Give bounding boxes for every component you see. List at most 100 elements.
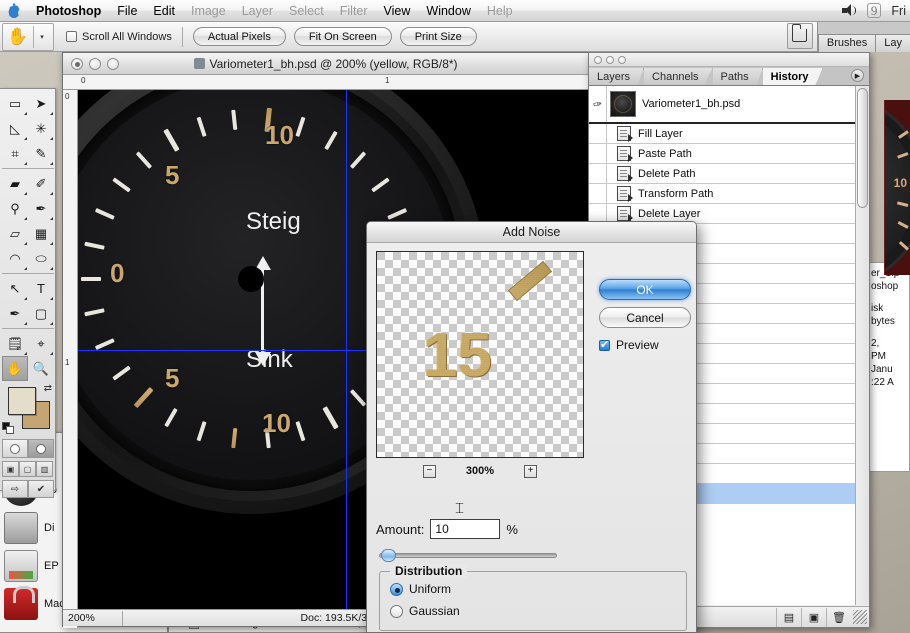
zoom-in-button[interactable]: + — [524, 465, 537, 478]
slider-knob[interactable] — [381, 549, 396, 562]
scroll-all-windows-checkbox[interactable] — [66, 31, 77, 42]
history-brush-toggle[interactable] — [589, 124, 607, 143]
current-tool-preset-picker[interactable]: ✋ ▾ — [2, 23, 54, 51]
standard-screen-mode-button[interactable]: ▣ — [2, 461, 19, 477]
brush-tool[interactable]: ✐ — [28, 171, 54, 196]
distribution-uniform-row[interactable]: Uniform — [390, 582, 451, 596]
clone-stamp-tool[interactable]: ⚲ — [2, 196, 28, 221]
fit-on-screen-button[interactable]: Fit On Screen — [294, 27, 392, 46]
swap-colors-icon[interactable]: ⇄ — [44, 383, 52, 394]
palette-tab-brushes[interactable]: Brushes — [818, 34, 876, 52]
zoom-out-button[interactable]: − — [423, 465, 436, 478]
menu-item-edit[interactable]: Edit — [145, 0, 183, 22]
zoom-tool[interactable]: 🔍 — [28, 356, 54, 381]
eraser-tool[interactable]: ▱ — [2, 221, 28, 246]
full-screen-menubar-mode-button[interactable]: ▢ — [19, 461, 36, 477]
menu-item-image[interactable]: Image — [183, 0, 234, 22]
edit-in-imageready-icon[interactable]: ✔ — [28, 480, 54, 498]
rounded-rectangle-tool[interactable]: ▢ — [28, 301, 54, 326]
jump-to-imageready-icon[interactable]: ⇨ — [2, 480, 28, 498]
slice-tool[interactable]: ✎ — [28, 141, 54, 166]
background-gauge-preview-window[interactable]: 10 — [884, 100, 910, 275]
menu-clock[interactable]: Fri — [891, 4, 906, 18]
cancel-button[interactable]: Cancel — [599, 307, 691, 328]
history-brush-toggle[interactable] — [589, 184, 607, 203]
history-brush-toggle[interactable] — [589, 164, 607, 183]
table-row[interactable]: Delete Path — [589, 164, 855, 184]
palette-menu-icon[interactable]: ▶ — [851, 69, 864, 82]
healing-brush-tool[interactable]: ▰ — [2, 171, 28, 196]
menu-item-view[interactable]: View — [376, 0, 419, 22]
uniform-radio[interactable] — [390, 583, 403, 596]
tab-channels[interactable]: Channels — [644, 68, 712, 85]
foreground-color-swatch[interactable] — [8, 387, 36, 415]
distribution-gaussian-row[interactable]: Gaussian — [390, 604, 460, 618]
dialog-title-bar[interactable]: Add Noise — [367, 222, 696, 243]
document-title-bar[interactable]: Variometer1_bh.psd @ 200% (yellow, RGB/8… — [63, 53, 589, 75]
menu-item-file[interactable]: File — [109, 0, 145, 22]
close-button[interactable] — [594, 56, 602, 64]
menu-item-select[interactable]: Select — [281, 0, 332, 22]
notes-tool[interactable]: 🗒 — [2, 331, 28, 356]
history-snapshot-row[interactable]: ✑ Variometer1_bh.psd — [589, 86, 855, 124]
hand-tool[interactable]: ✋ — [2, 356, 28, 381]
background-info-window[interactable]: er_1.p oshop isk bytes 2, PM Janu :22 A — [868, 262, 910, 472]
menu-item-photoshop[interactable]: Photoshop — [28, 0, 109, 22]
speaker-volume-icon[interactable] — [842, 4, 857, 17]
quick-mask-mode-button[interactable] — [28, 439, 54, 458]
blur-tool[interactable]: ◠ — [2, 246, 28, 271]
delete-state-trash-icon[interactable]: 🗑 — [826, 608, 851, 627]
table-row[interactable]: Transform Path — [589, 184, 855, 204]
rectangular-marquee-tool[interactable]: ▭ — [2, 91, 28, 116]
full-screen-mode-button[interactable]: ▥ — [36, 461, 53, 477]
preview-checkbox[interactable] — [599, 340, 610, 351]
gaussian-radio[interactable] — [390, 605, 403, 618]
palette-tab-layer-comps[interactable]: Lay — [875, 34, 910, 52]
actual-pixels-button[interactable]: Actual Pixels — [193, 27, 286, 46]
tab-history[interactable]: History — [763, 68, 823, 85]
file-browser-icon[interactable] — [787, 23, 813, 49]
table-row[interactable]: Paste Path — [589, 144, 855, 164]
history-scrollbar[interactable] — [855, 86, 869, 605]
history-brush-toggle[interactable] — [589, 144, 607, 163]
gradient-tool[interactable]: ▦ — [28, 221, 54, 246]
type-tool[interactable]: T — [28, 276, 54, 301]
print-size-button[interactable]: Print Size — [400, 27, 477, 46]
palette-title-bar[interactable] — [589, 53, 869, 67]
pen-tool[interactable]: ✒ — [2, 301, 28, 326]
history-brush-tool[interactable]: ✒ — [28, 196, 54, 221]
history-brush-source-icon[interactable]: ✑ — [589, 86, 607, 122]
crop-tool[interactable]: ⌗ — [2, 141, 28, 166]
magic-wand-tool[interactable]: ✳ — [28, 116, 54, 141]
new-document-from-state-icon[interactable]: ▤ — [776, 608, 801, 627]
move-tool[interactable]: ➤ — [28, 91, 54, 116]
lasso-tool[interactable]: ◺ — [2, 116, 28, 141]
script-menu-icon[interactable]: 9 — [867, 3, 882, 18]
zoom-percentage-field[interactable]: 200% — [63, 611, 123, 626]
scroll-all-windows-option[interactable]: Scroll All Windows — [66, 31, 172, 43]
apple-menu[interactable] — [0, 3, 28, 18]
menu-item-filter[interactable]: Filter — [332, 0, 376, 22]
dodge-tool[interactable]: ⬭ — [28, 246, 54, 271]
preview-checkbox-row[interactable]: Preview — [599, 338, 659, 352]
table-row[interactable]: Fill Layer — [589, 124, 855, 144]
menu-item-window[interactable]: Window — [418, 0, 478, 22]
default-colors-icon[interactable] — [2, 422, 15, 435]
amount-slider[interactable] — [379, 549, 557, 561]
tab-layers[interactable]: Layers — [589, 68, 644, 85]
standard-mode-button[interactable] — [2, 439, 28, 458]
eyedropper-tool[interactable]: ⌖ — [28, 331, 54, 356]
menu-item-layer[interactable]: Layer — [234, 0, 281, 22]
menu-item-help[interactable]: Help — [479, 0, 521, 22]
minimize-button[interactable] — [606, 56, 614, 64]
zoom-button[interactable] — [618, 56, 626, 64]
new-snapshot-icon[interactable]: ▣ — [801, 608, 826, 627]
scrollbar-thumb[interactable] — [857, 88, 868, 208]
ok-button[interactable]: OK — [599, 279, 691, 300]
horizontal-ruler[interactable]: 0 1 — [63, 75, 591, 90]
tab-paths[interactable]: Paths — [713, 68, 763, 85]
filter-preview[interactable]: 15 — [376, 251, 584, 458]
vertical-ruler[interactable]: 0 1 — [63, 90, 78, 628]
path-selection-tool[interactable]: ↖ — [2, 276, 28, 301]
chevron-down-icon[interactable]: ▾ — [34, 33, 50, 41]
